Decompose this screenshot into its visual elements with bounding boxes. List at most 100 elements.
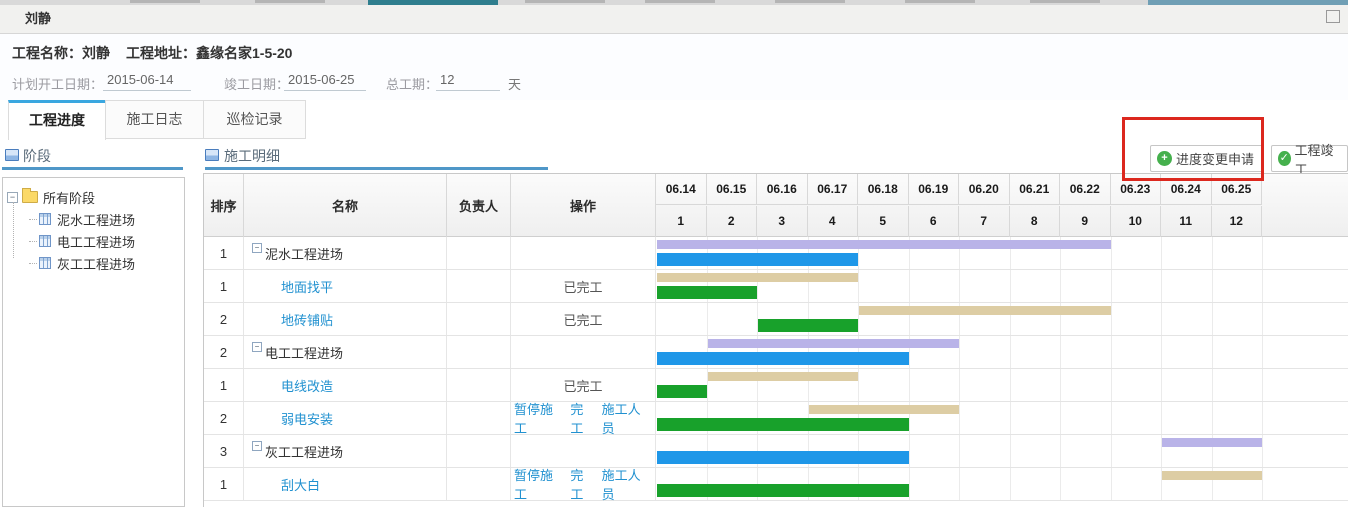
collapse-icon[interactable]: − bbox=[252, 342, 262, 352]
tab-label: 施工日志 bbox=[127, 111, 183, 127]
collapse-icon[interactable]: − bbox=[252, 243, 262, 253]
table-row: 1−泥水工程进场 bbox=[204, 237, 1348, 270]
task-name-link[interactable]: 刮大白 bbox=[281, 475, 320, 494]
gantt-actual-bar bbox=[758, 319, 858, 332]
project-address-label: 工程地址：鑫缘名家1-5-20 bbox=[126, 43, 292, 63]
plan-start-input[interactable]: 2015-06-14 bbox=[103, 72, 191, 91]
operation-link[interactable]: 完工 bbox=[570, 399, 595, 437]
row-owner-cell bbox=[447, 468, 511, 500]
tree-item-stage[interactable]: 泥水工程进场 bbox=[29, 208, 180, 230]
operation-link[interactable]: 完工 bbox=[570, 465, 595, 503]
column-header-owner: 负责人 bbox=[447, 174, 511, 237]
gantt-gridline bbox=[1161, 402, 1162, 434]
tab-label: 工程进度 bbox=[29, 112, 85, 128]
group-name-label: 灰工工程进场 bbox=[265, 442, 343, 461]
gantt-date-header: 06.19 bbox=[909, 174, 960, 205]
operation-link[interactable]: 暂停施工 bbox=[514, 465, 564, 503]
row-owner-cell bbox=[447, 336, 511, 368]
task-name-link[interactable]: 电线改造 bbox=[281, 376, 333, 395]
gantt-gridline bbox=[1161, 303, 1162, 335]
gantt-plan-bar bbox=[1162, 438, 1262, 447]
stages-panel-title: 阶段 bbox=[23, 146, 51, 166]
stage-tree-panel: − 所有阶段 泥水工程进场电工工程进场灰工工程进场 bbox=[2, 177, 185, 507]
collapse-icon[interactable]: − bbox=[7, 192, 18, 203]
gantt-date-header: 06.22 bbox=[1060, 174, 1111, 205]
gantt-gridline bbox=[1010, 435, 1011, 467]
gantt-plan-bar bbox=[657, 273, 858, 282]
gantt-daynumber-header: 6 bbox=[909, 206, 960, 237]
tree-connector-dots bbox=[29, 219, 37, 220]
row-order-cell: 1 bbox=[204, 237, 244, 269]
row-name-cell: −泥水工程进场 bbox=[244, 237, 447, 269]
gantt-plan-bar bbox=[809, 405, 960, 414]
row-operations-cell: 暂停施工完工施工人员 bbox=[511, 402, 656, 434]
row-owner-cell bbox=[447, 435, 511, 467]
gantt-gridline bbox=[1212, 336, 1213, 368]
gantt-gridline bbox=[1010, 369, 1011, 401]
table-row: 2地砖铺贴已完工 bbox=[204, 303, 1348, 336]
gantt-daynumber-header: 12 bbox=[1212, 206, 1263, 237]
gantt-gridline bbox=[1212, 303, 1213, 335]
duration-input[interactable]: 12 bbox=[436, 72, 500, 91]
gantt-gridline bbox=[1262, 435, 1263, 467]
row-operations-cell bbox=[511, 237, 656, 269]
tab-fragment bbox=[905, 0, 975, 3]
tab-inspection-records[interactable]: 巡检记录 bbox=[203, 100, 306, 139]
gantt-gridline bbox=[909, 270, 910, 302]
operation-link[interactable]: 施工人员 bbox=[602, 465, 652, 503]
gantt-gridline bbox=[959, 468, 960, 500]
gantt-date-header: 06.15 bbox=[707, 174, 758, 205]
collapse-icon[interactable]: − bbox=[252, 441, 262, 451]
gantt-plan-bar bbox=[708, 339, 960, 348]
tab-construction-log[interactable]: 施工日志 bbox=[105, 100, 204, 139]
row-name-cell: 电线改造 bbox=[244, 369, 447, 401]
gantt-gridline bbox=[1212, 369, 1213, 401]
table-icon bbox=[39, 257, 51, 269]
status-text: 已完工 bbox=[563, 310, 602, 329]
gantt-gridline bbox=[1010, 270, 1011, 302]
gantt-date-header: 06.17 bbox=[808, 174, 859, 205]
project-complete-button[interactable]: ✓ 工程竣工 bbox=[1271, 145, 1348, 172]
gantt-actual-bar bbox=[657, 385, 707, 398]
task-name-link[interactable]: 弱电安装 bbox=[281, 409, 333, 428]
row-order-cell: 3 bbox=[204, 435, 244, 467]
gantt-daynumber-header: 3 bbox=[757, 206, 808, 237]
schedule-table: 排序 名称 负责人 操作 06.1406.1506.1606.1706.1806… bbox=[203, 173, 1348, 507]
table-icon bbox=[39, 213, 51, 225]
gantt-gridline bbox=[858, 369, 859, 401]
task-name-link[interactable]: 地面找平 bbox=[281, 277, 333, 296]
gantt-actual-bar bbox=[657, 451, 909, 464]
tree-connector-line bbox=[13, 202, 14, 258]
gantt-gridline bbox=[1212, 237, 1213, 269]
row-name-cell: 地面找平 bbox=[244, 270, 447, 302]
row-owner-cell bbox=[447, 369, 511, 401]
gantt-actual-bar bbox=[657, 352, 909, 365]
row-operations-cell: 已完工 bbox=[511, 369, 656, 401]
tree-root-all-stages[interactable]: − 所有阶段 bbox=[7, 186, 180, 208]
tree-item-label: 灰工工程进场 bbox=[57, 254, 135, 273]
gantt-gridline bbox=[1161, 369, 1162, 401]
row-order-cell: 1 bbox=[204, 468, 244, 500]
gantt-plan-bar bbox=[859, 306, 1111, 315]
table-row: 1电线改造已完工 bbox=[204, 369, 1348, 402]
tree-connector-dots bbox=[29, 263, 37, 264]
tab-fragment bbox=[130, 0, 200, 3]
plus-icon: + bbox=[1157, 151, 1172, 166]
finish-label: 竣工日期： bbox=[224, 74, 289, 93]
tree-item-stage[interactable]: 电工工程进场 bbox=[29, 230, 180, 252]
maximize-icon[interactable] bbox=[1326, 10, 1340, 23]
finish-input[interactable]: 2015-06-25 bbox=[284, 72, 366, 91]
operation-link[interactable]: 暂停施工 bbox=[514, 399, 564, 437]
tab-fragment bbox=[1030, 0, 1100, 3]
tree-item-stage[interactable]: 灰工工程进场 bbox=[29, 252, 180, 274]
row-owner-cell bbox=[447, 270, 511, 302]
tab-progress[interactable]: 工程进度 bbox=[8, 100, 106, 140]
group-name-label: 电工工程进场 bbox=[265, 343, 343, 362]
progress-change-request-button[interactable]: + 进度变更申请 bbox=[1150, 145, 1264, 172]
status-text: 已完工 bbox=[563, 277, 602, 296]
row-operations-cell bbox=[511, 336, 656, 368]
task-name-link[interactable]: 地砖铺贴 bbox=[281, 310, 333, 329]
gantt-gridline bbox=[1111, 270, 1112, 302]
operation-link[interactable]: 施工人员 bbox=[602, 399, 652, 437]
tree-item-label: 泥水工程进场 bbox=[57, 210, 135, 229]
